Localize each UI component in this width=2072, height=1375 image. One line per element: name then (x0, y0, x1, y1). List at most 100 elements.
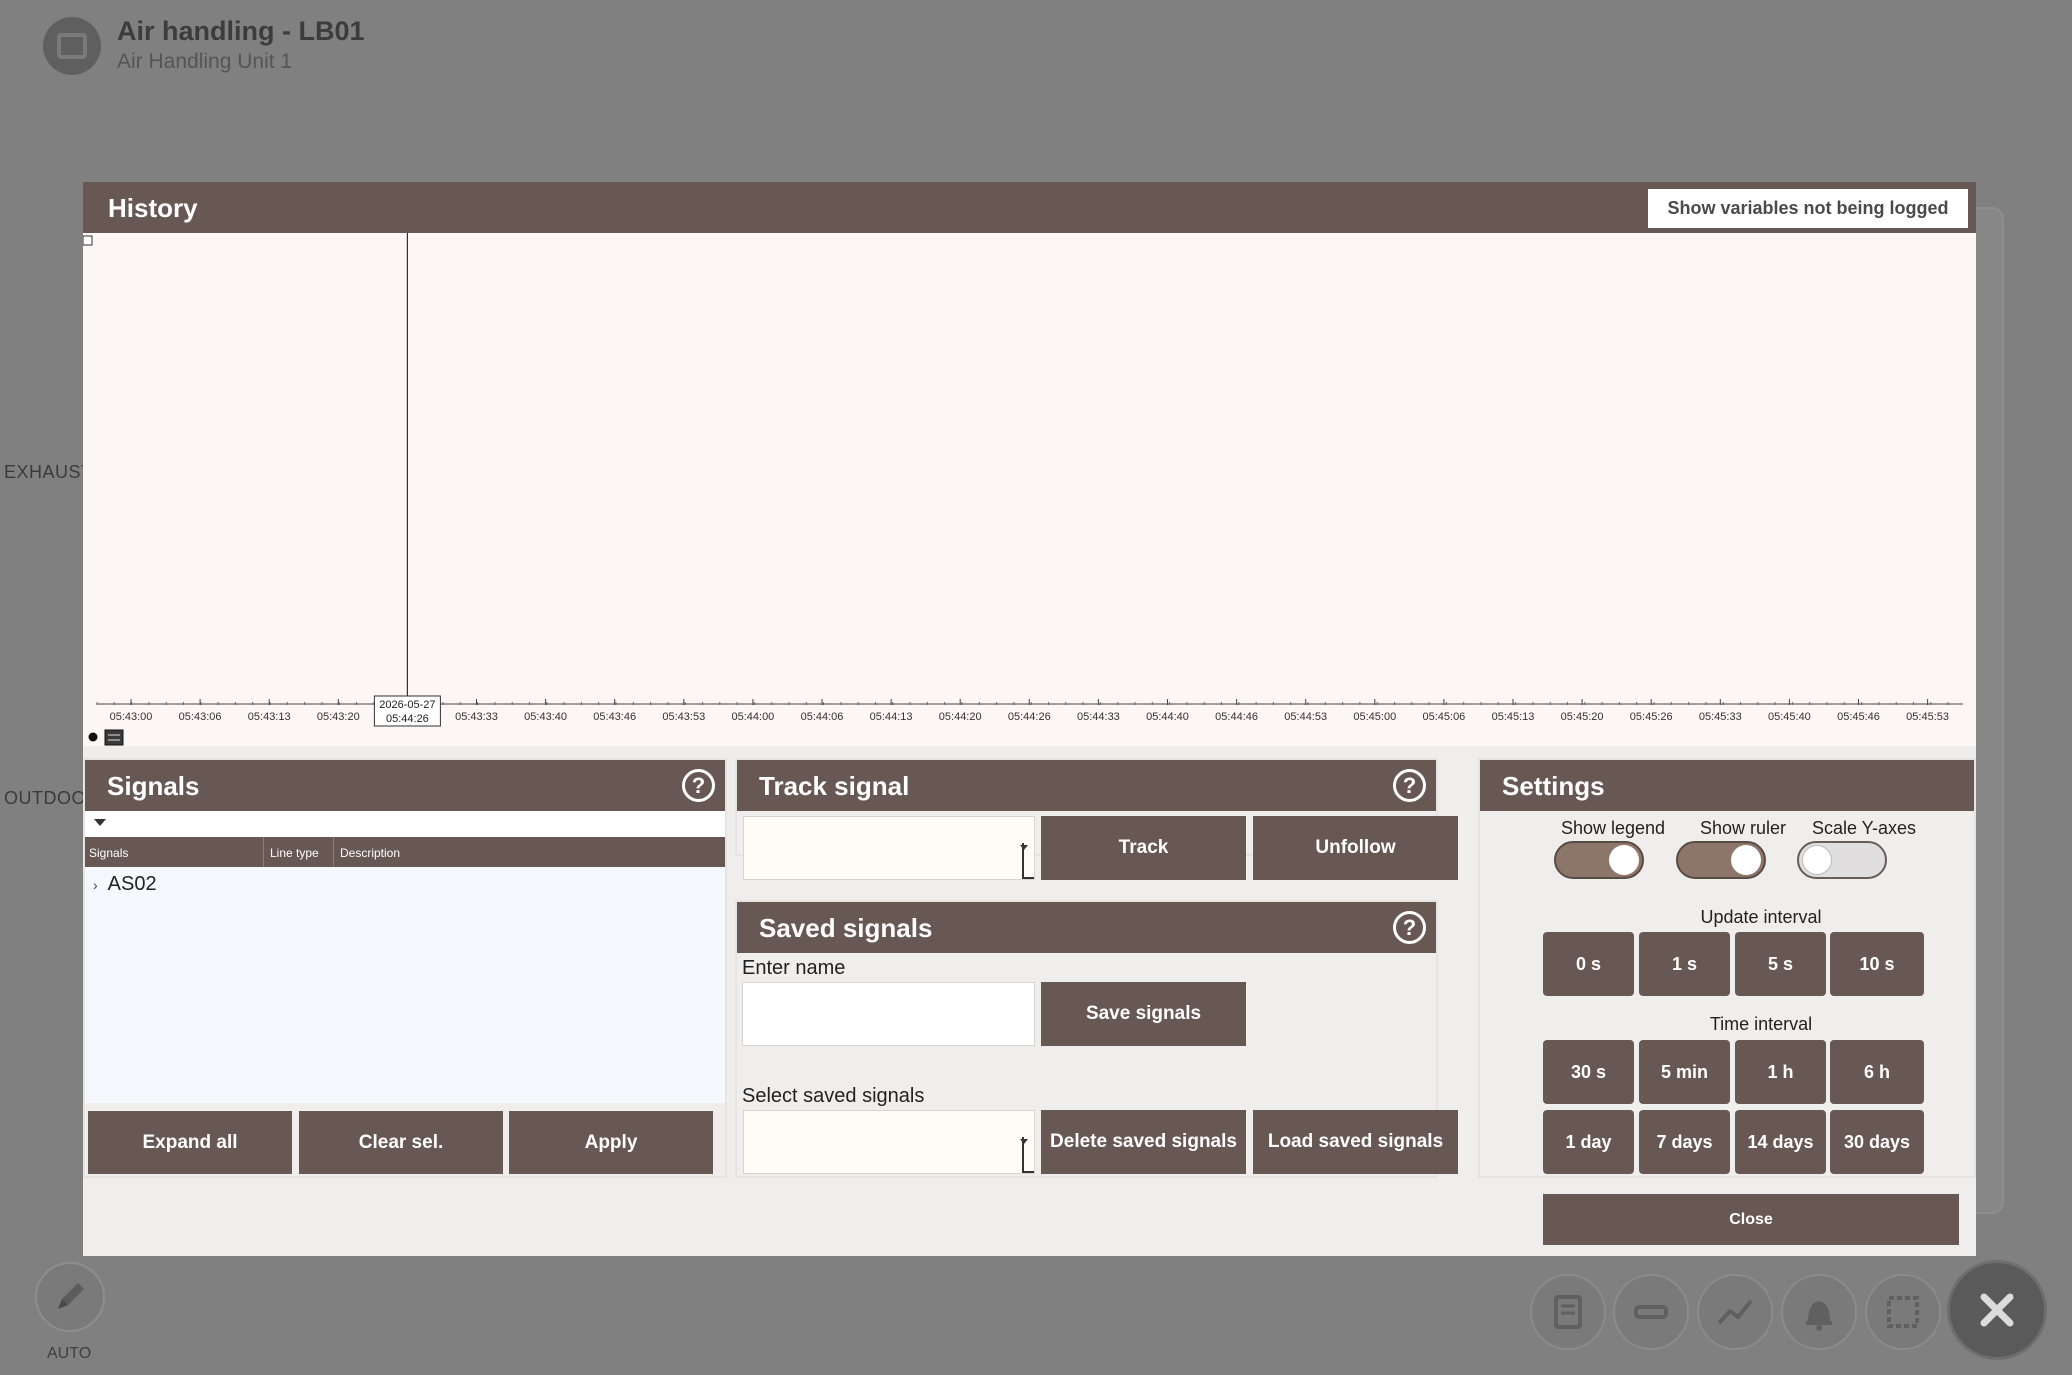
exhaust-label: EXHAUST (4, 462, 93, 482)
track-header: Track signal ? (737, 760, 1436, 811)
caret-down-icon (94, 819, 106, 826)
time-7days-button[interactable]: 7 days (1639, 1110, 1730, 1174)
tree-row-label: AS02 (107, 873, 157, 895)
time-tick-label: 05:45:20 (1561, 711, 1604, 723)
col-line-type[interactable]: Line type (270, 846, 319, 860)
tree-row[interactable]: › AS02 (93, 873, 157, 896)
time-tick-label: 05:44:00 (731, 711, 774, 723)
time-5min-button[interactable]: 5 min (1639, 1040, 1730, 1104)
scale-y-axes-toggle[interactable] (1797, 841, 1887, 879)
unfollow-button[interactable]: Unfollow (1253, 816, 1458, 880)
saved-header: Saved signals ? (737, 902, 1436, 953)
close-button[interactable]: Close (1543, 1194, 1959, 1245)
alarm-icon (1806, 1301, 1832, 1331)
show-legend-label: Show legend (1560, 818, 1666, 838)
track-signal-select[interactable] (743, 816, 1035, 880)
time-tick-label: 05:43:40 (524, 711, 567, 723)
enter-name-label: Enter name (742, 957, 846, 979)
time-tick-label: 05:45:13 (1492, 711, 1535, 723)
page-title: Air handling - LB01 (117, 16, 365, 46)
time-tick-label: 05:43:53 (662, 711, 705, 723)
time-tick-label: 05:43:13 (248, 711, 291, 723)
save-name-input[interactable] (742, 982, 1035, 1046)
time-tick-label: 05:45:33 (1699, 711, 1742, 723)
update-10s-button[interactable]: 10 s (1830, 932, 1924, 996)
time-6h-button[interactable]: 6 h (1830, 1040, 1924, 1104)
dock-close-button[interactable] (1947, 1260, 2047, 1360)
history-plot[interactable]: 05:43:00 05:43:06 05:43:13 05:43:20 05:43:33… (83, 233, 1976, 746)
signals-panel: Signals ? Signals Line type Description … (83, 758, 727, 1178)
legend-dot-icon (88, 732, 98, 742)
track-title: Track signal (759, 771, 910, 801)
time-tick-label: 05:44:33 (1077, 711, 1120, 723)
update-5s-button[interactable]: 5 s (1735, 932, 1826, 996)
trend-icon (1717, 1299, 1753, 1325)
scale-y-axes-label: Scale Y-axes (1811, 818, 1917, 838)
col-description[interactable]: Description (340, 846, 400, 860)
signals-filter-row[interactable] (85, 811, 725, 837)
history-title: History (108, 193, 198, 223)
help-icon[interactable]: ? (1393, 911, 1426, 944)
time-tick-label: 05:44:40 (1146, 711, 1189, 723)
saved-title: Saved signals (759, 913, 933, 943)
show-variables-button[interactable]: Show variables not being logged (1648, 189, 1968, 228)
time-1day-button[interactable]: 1 day (1543, 1110, 1634, 1174)
edit-button[interactable] (35, 1262, 105, 1332)
minus-icon (1634, 1305, 1668, 1319)
settings-title: Settings (1502, 771, 1605, 801)
save-signals-button[interactable]: Save signals (1041, 982, 1246, 1046)
time-30s-button[interactable]: 30 s (1543, 1040, 1634, 1104)
plot-corner-marker (83, 235, 93, 246)
time-tick-label: 05:44:46 (1215, 711, 1258, 723)
report-icon (1554, 1295, 1582, 1329)
history-dialog: History Show variables not being logged … (83, 182, 1976, 1256)
chevron-right-icon[interactable]: › (93, 877, 98, 893)
history-titlebar: History Show variables not being logged (83, 182, 1976, 233)
time-tick-label: 05:45:40 (1768, 711, 1811, 723)
time-tick-label: 05:45:00 (1353, 711, 1396, 723)
time-tick-label: 05:44:26 (1008, 711, 1051, 723)
time-1h-button[interactable]: 1 h (1735, 1040, 1826, 1104)
delete-saved-button[interactable]: Delete saved signals (1041, 1110, 1246, 1174)
time-30days-button[interactable]: 30 days (1830, 1110, 1924, 1174)
saved-signals-select[interactable] (743, 1110, 1035, 1174)
show-legend-toggle[interactable] (1554, 841, 1644, 879)
alarm-button[interactable] (1781, 1274, 1857, 1350)
update-1s-button[interactable]: 1 s (1639, 932, 1730, 996)
load-saved-button[interactable]: Load saved signals (1253, 1110, 1458, 1174)
ruler-time-label: 05:44:26 (386, 713, 429, 725)
col-signals[interactable]: Signals (89, 846, 128, 860)
expand-all-button[interactable]: Expand all (88, 1111, 292, 1174)
update-0s-button[interactable]: 0 s (1543, 932, 1634, 996)
history-chart[interactable]: 05:43:00 05:43:06 05:43:13 05:43:20 05:43:33… (83, 233, 1976, 746)
minimize-button[interactable] (1613, 1274, 1689, 1350)
apply-button[interactable]: Apply (509, 1111, 713, 1174)
help-icon[interactable]: ? (682, 769, 715, 802)
time-tick-label: 05:43:00 (110, 711, 153, 723)
time-interval-label: Time interval (1709, 1014, 1813, 1034)
clear-selection-button[interactable]: Clear sel. (299, 1111, 503, 1174)
pen-icon (58, 1283, 84, 1309)
settings-header: Settings (1480, 760, 1974, 811)
signals-title: Signals (107, 771, 200, 801)
time-tick-label: 05:43:33 (455, 711, 498, 723)
report-button[interactable] (1530, 1274, 1606, 1350)
time-tick-label: 05:45:06 (1422, 711, 1465, 723)
select-saved-label: Select saved signals (742, 1085, 925, 1107)
time-tick-label: 05:44:20 (939, 711, 982, 723)
show-ruler-toggle[interactable] (1676, 841, 1766, 879)
signals-tree: › AS02 (85, 867, 725, 1103)
time-tick-label: 05:44:06 (801, 711, 844, 723)
legend-table-icon (104, 729, 124, 746)
signals-header: Signals ? (85, 760, 725, 811)
track-button[interactable]: Track (1041, 816, 1246, 880)
unit-icon (43, 17, 101, 75)
trend-button[interactable] (1697, 1274, 1773, 1350)
frame-button[interactable] (1865, 1274, 1941, 1350)
time-tick-label: 05:44:13 (870, 711, 913, 723)
time-14days-button[interactable]: 14 days (1735, 1110, 1826, 1174)
time-tick-label: 05:43:46 (593, 711, 636, 723)
page-subtitle: Air Handling Unit 1 (117, 50, 293, 73)
time-tick-label: 05:43:20 (317, 711, 360, 723)
help-icon[interactable]: ? (1393, 769, 1426, 802)
